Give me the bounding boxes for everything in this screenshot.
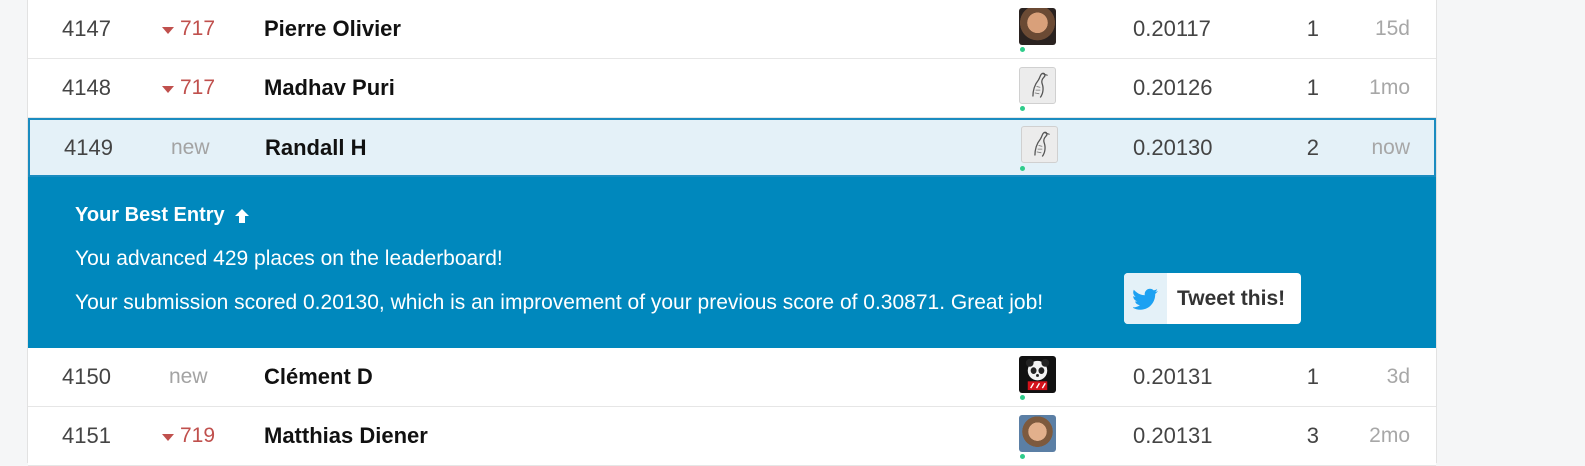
team-name[interactable]: Pierre Olivier (264, 0, 401, 58)
tweet-icon-box (1124, 273, 1167, 324)
score: 0.20131 (1133, 423, 1213, 448)
bird-avatar[interactable] (1019, 66, 1056, 104)
entry-count: 1 (1306, 364, 1319, 389)
best-entry-title: Your Best Entry (75, 204, 251, 227)
rank-change: 717 (162, 0, 215, 58)
score: 0.20130 (1133, 134, 1213, 160)
twitter-bird-icon (1132, 288, 1158, 310)
rank-number: 4147 (62, 16, 111, 41)
rank-change: new (171, 135, 210, 159)
rank-number: 4151 (62, 423, 111, 448)
leaderboard-row[interactable]: 4148 717 Madhav Puri 0.20126 1 1mo (28, 59, 1436, 118)
entry-count: 2 (1306, 134, 1319, 160)
advance-message: You advanced 429 places on the leaderboa… (75, 247, 503, 270)
rank-down-icon (162, 26, 174, 34)
online-status-icon (1020, 106, 1025, 111)
leaderboard-row[interactable]: 4150 new Clément D 0.20131 1 3d (28, 348, 1436, 407)
rank-change: new (169, 365, 208, 388)
leaderboard: 4147 717 Pierre Olivier 0.20117 1 15d 41… (27, 0, 1437, 466)
last-submission-time: 2mo (1369, 424, 1410, 447)
online-status-icon (1020, 166, 1025, 171)
score: 0.20117 (1133, 16, 1211, 41)
rank-change-value: 719 (180, 424, 216, 447)
rank-number: 4149 (64, 134, 113, 160)
online-status-icon (1020, 395, 1025, 400)
team-name[interactable]: Randall H (265, 120, 366, 175)
rank-number: 4148 (62, 75, 111, 100)
score: 0.20126 (1133, 75, 1213, 100)
leaderboard-row[interactable]: 4147 717 Pierre Olivier 0.20117 1 15d (28, 0, 1436, 59)
entry-count: 3 (1306, 423, 1319, 448)
rank-change: 719 (162, 407, 215, 465)
rank-change-value: 717 (180, 76, 216, 99)
online-status-icon (1020, 454, 1025, 459)
entry-count: 1 (1306, 75, 1319, 100)
online-status-icon (1020, 47, 1025, 52)
rank-down-icon (162, 433, 174, 441)
last-submission-time: now (1371, 135, 1410, 159)
team-members[interactable] (1021, 120, 1059, 175)
leaderboard-row[interactable]: 4151 719 Matthias Diener 0.20131 3 2mo (28, 407, 1436, 466)
bird-avatar[interactable] (1021, 126, 1058, 163)
panda-icon (1025, 358, 1050, 390)
last-submission-time: 3d (1386, 365, 1410, 388)
last-submission-time: 1mo (1369, 76, 1410, 99)
best-entry-title-text: Your Best Entry (75, 204, 225, 226)
bird-sketch-icon (1032, 72, 1048, 98)
entry-count: 1 (1306, 16, 1319, 41)
score-improvement-message: Your submission scored 0.20130, which is… (75, 291, 1044, 314)
rank-number: 4150 (62, 364, 111, 389)
photo-avatar[interactable] (1019, 414, 1056, 452)
arrow-up-icon (234, 208, 249, 223)
panda-avatar[interactable] (1019, 355, 1056, 393)
rank-change-value: 717 (180, 17, 216, 40)
my-leaderboard-row[interactable]: 4149 new Randall H 0.20130 2 now (28, 118, 1436, 177)
last-submission-time: 15d (1374, 17, 1410, 40)
rank-down-icon (162, 85, 174, 93)
rank-change: 717 (162, 59, 215, 117)
tweet-button[interactable]: Tweet this! (1124, 273, 1301, 324)
bird-sketch-icon (1034, 131, 1050, 157)
team-name[interactable]: Madhav Puri (264, 59, 395, 117)
score: 0.20131 (1133, 364, 1213, 389)
best-entry-banner: Your Best Entry You advanced 429 places … (28, 177, 1436, 348)
team-name[interactable]: Clément D (264, 348, 373, 406)
photo-avatar[interactable] (1019, 7, 1056, 45)
team-name[interactable]: Matthias Diener (264, 407, 428, 465)
tweet-button-label: Tweet this! (1177, 286, 1286, 310)
